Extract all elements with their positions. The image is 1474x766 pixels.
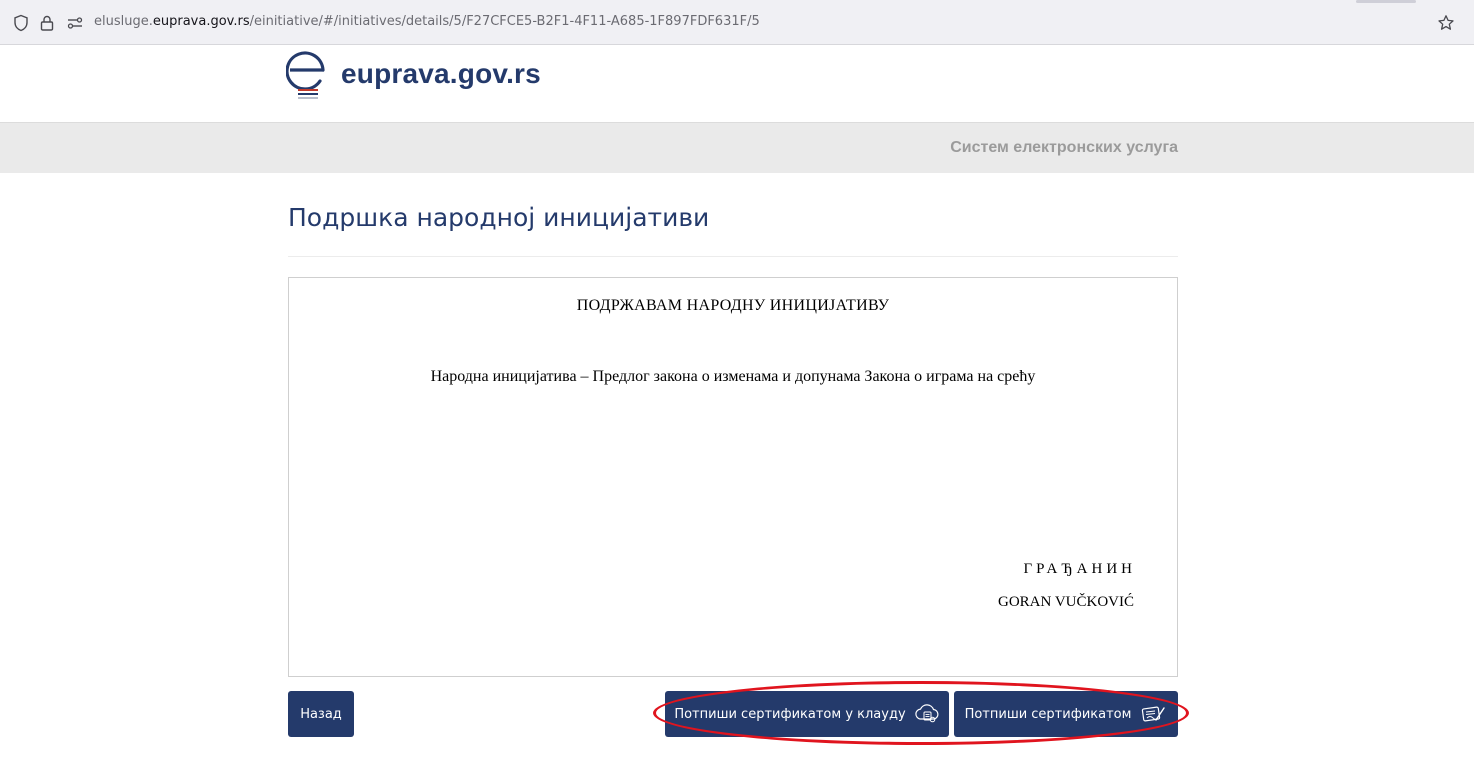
url-text[interactable]: elusluge.euprava.gov.rs/einitiative/#/in… xyxy=(94,14,760,29)
url-prefix: elusluge. xyxy=(94,14,153,29)
lock-icon[interactable] xyxy=(38,14,56,32)
banner-title: Систем електронских услуга xyxy=(950,139,1178,156)
initiative-document: ПОДРЖАВАМ НАРОДНУ ИНИЦИЈАТИВУ Народна ин… xyxy=(288,277,1178,677)
signer-name: GORAN VUČKOVIĆ xyxy=(998,594,1134,610)
shield-icon[interactable] xyxy=(12,14,30,32)
sign-cloud-certificate-button[interactable]: Потпиши сертификатом у клауду xyxy=(665,691,949,737)
sign-cert-label: Потпиши сертификатом xyxy=(964,706,1132,722)
back-button-label: Назад xyxy=(300,706,342,722)
browser-address-bar: elusluge.euprava.gov.rs/einitiative/#/in… xyxy=(0,0,1474,45)
cloud-signature-icon xyxy=(914,704,939,723)
url-host: euprava.gov.rs xyxy=(152,14,250,29)
title-divider xyxy=(288,256,1178,257)
certificate-signature-icon xyxy=(1142,706,1166,722)
sign-cloud-label: Потпиши сертификатом у клауду xyxy=(674,706,906,722)
signer-role: ГРАЂАНИН xyxy=(1023,561,1136,577)
bookmark-star-icon[interactable] xyxy=(1437,14,1455,32)
site-permissions-icon[interactable] xyxy=(66,14,84,32)
document-body: Народна иницијатива – Предлог закона о и… xyxy=(430,368,1036,385)
page-title: Подршка народној иницијативи xyxy=(288,203,710,232)
back-button[interactable]: Назад xyxy=(288,691,354,737)
site-header xyxy=(0,45,1474,122)
document-heading: ПОДРЖАВАМ НАРОДНУ ИНИЦИЈАТИВУ xyxy=(576,297,890,314)
euprava-logo-icon[interactable] xyxy=(286,46,330,104)
url-path: /einitiative/#/initiatives/details/5/F27… xyxy=(249,14,760,29)
sign-certificate-button[interactable]: Потпиши сертификатом xyxy=(954,691,1178,737)
tab-strip-edge xyxy=(1356,0,1416,3)
logo-text[interactable]: euprava.gov.rs xyxy=(341,58,541,90)
service-banner: Систем електронских услуга xyxy=(0,122,1474,173)
